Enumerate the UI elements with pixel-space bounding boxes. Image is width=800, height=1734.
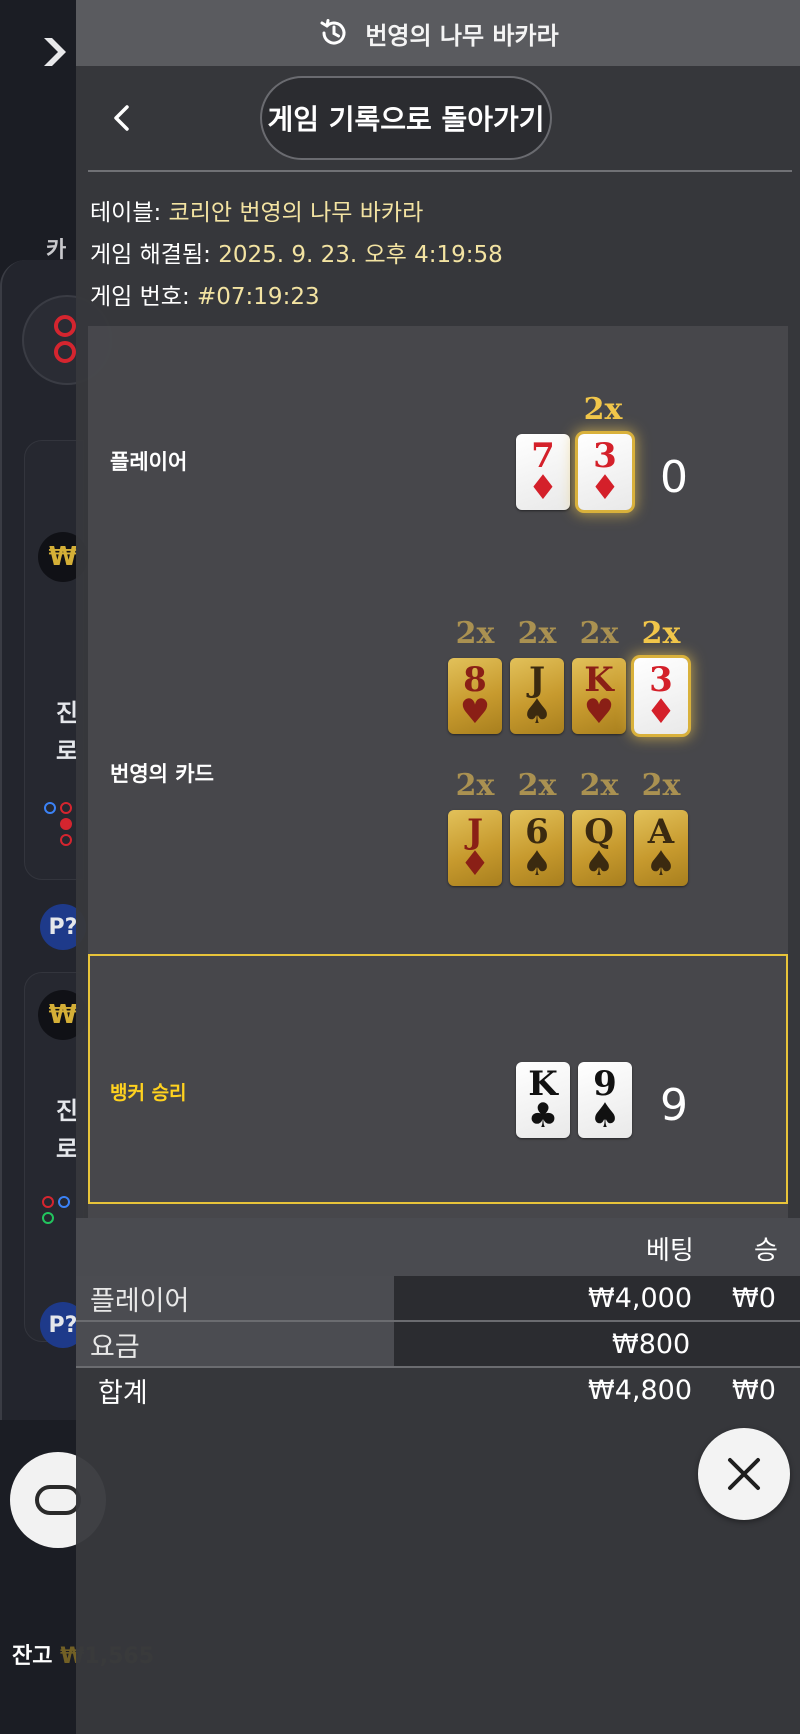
table-row: 플레이어 ₩4,000 ₩0 bbox=[76, 1276, 800, 1320]
back-chevron-button[interactable] bbox=[102, 98, 142, 138]
player-label: 플레이어 bbox=[110, 450, 188, 474]
lobby-snippet: 진 로 bbox=[56, 699, 79, 765]
bet-table-header: 베팅 승 bbox=[76, 1218, 800, 1276]
prosperity-r1-c2-multiplier: 2x bbox=[517, 616, 557, 651]
lobby-snippet-2: 진 로 bbox=[56, 1097, 79, 1163]
prosperity-r2-c2-multiplier: 2x bbox=[517, 768, 557, 803]
header-divider bbox=[88, 170, 792, 172]
prosperity-card-r1-c3: K ♥ bbox=[572, 658, 626, 734]
brand-logo bbox=[40, 34, 80, 74]
table-row: 요금 ₩800 bbox=[76, 1322, 800, 1366]
lobby-table-card bbox=[24, 440, 84, 880]
bet-column-header: 베팅 bbox=[646, 1236, 694, 1266]
prosperity-card-r1-c4: 3 ♦ bbox=[634, 658, 688, 734]
prosperity-r1-c3-multiplier: 2x bbox=[579, 616, 619, 651]
history-icon bbox=[317, 16, 351, 50]
banker-card-1: K ♣ bbox=[516, 1062, 570, 1138]
close-button[interactable] bbox=[698, 1428, 790, 1520]
prosperity-card-r2-c2: 6 ♠ bbox=[510, 810, 564, 886]
banker-card-2: 9 ♠ bbox=[578, 1062, 632, 1138]
prosperity-card-r1-c1: 8 ♥ bbox=[448, 658, 502, 734]
player-card-1: 7 ♦ bbox=[516, 434, 570, 510]
prosperity-r2-c3-multiplier: 2x bbox=[579, 768, 619, 803]
overlay-header: 번영의 나무 바카라 bbox=[76, 0, 800, 66]
chat-icon bbox=[35, 1485, 81, 1515]
table-row-total: 합계 ₩4,800 ₩0 bbox=[76, 1368, 800, 1412]
info-game-number: 게임 번호: #07:19:23 bbox=[90, 284, 320, 310]
prosperity-card-r1-c2: J ♠ bbox=[510, 658, 564, 734]
prosperity-label: 번영의 카드 bbox=[110, 762, 214, 786]
prosperity-card-r2-c3: Q ♠ bbox=[572, 810, 626, 886]
close-icon bbox=[728, 1458, 760, 1490]
player-card-2-multiplier: 2x bbox=[583, 392, 623, 427]
player-card-2: 3 ♦ bbox=[578, 434, 632, 510]
win-amount: ₩0 bbox=[732, 1282, 776, 1314]
game-history-overlay: 번영의 나무 바카라 게임 기록으로 돌아가기 테이블: 코리안 번영의 나무 … bbox=[76, 0, 800, 1734]
prosperity-r1-c4-multiplier: 2x bbox=[641, 616, 681, 651]
bet-amount: ₩800 bbox=[612, 1328, 691, 1360]
back-to-history-button[interactable]: 게임 기록으로 돌아가기 bbox=[260, 76, 552, 160]
info-resolved: 게임 해결됨: 2025. 9. 23. 오후 4:19:58 bbox=[90, 242, 503, 268]
chevron-left-icon bbox=[114, 105, 129, 131]
total-win-amount: ₩0 bbox=[732, 1374, 776, 1406]
player-score: 0 bbox=[660, 452, 688, 503]
prosperity-card-r2-c4: A ♠ bbox=[634, 810, 688, 886]
total-bet-amount: ₩4,800 bbox=[588, 1374, 692, 1406]
bet-amount: ₩4,000 bbox=[588, 1282, 692, 1314]
prosperity-r2-c4-multiplier: 2x bbox=[641, 768, 681, 803]
banker-score: 9 bbox=[660, 1080, 688, 1131]
info-table: 테이블: 코리안 번영의 나무 바카라 bbox=[90, 200, 424, 226]
prosperity-r2-c1-multiplier: 2x bbox=[455, 768, 495, 803]
banker-win-box bbox=[88, 954, 788, 1204]
page-title: 번영의 나무 바카라 bbox=[365, 21, 559, 50]
banker-win-label: 뱅커 승리 bbox=[110, 1082, 187, 1104]
prosperity-card-r2-c1: J ♦ bbox=[448, 810, 502, 886]
prosperity-r1-c1-multiplier: 2x bbox=[455, 616, 495, 651]
win-column-header: 승 bbox=[754, 1236, 778, 1266]
